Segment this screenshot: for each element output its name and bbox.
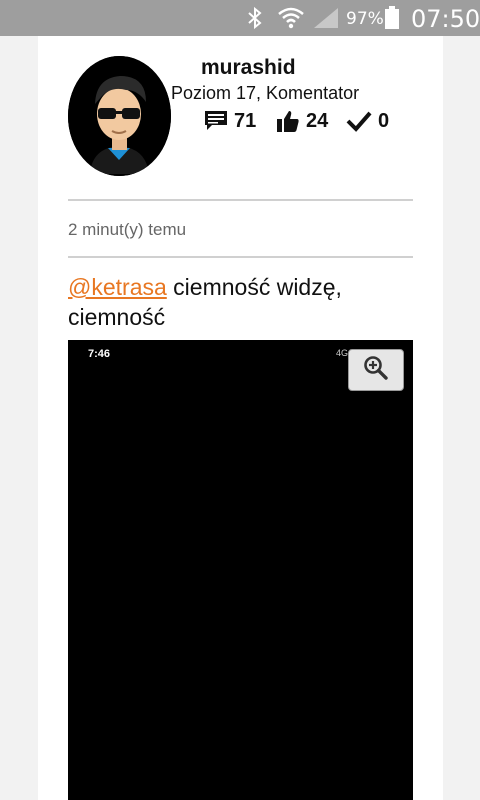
comment-text: @ketrasa ciemność widzę, ciemność: [68, 272, 413, 332]
username[interactable]: murashid: [201, 56, 296, 80]
attached-screenshot[interactable]: 7:46 4G: [68, 340, 413, 800]
battery-icon: [384, 6, 400, 35]
mention-link[interactable]: @ketrasa: [68, 274, 167, 300]
bluetooth-icon: [245, 6, 265, 35]
wifi-icon: [277, 6, 305, 35]
comments-stat: 71: [204, 108, 256, 134]
zoom-in-icon: [363, 355, 389, 386]
zoom-button[interactable]: [348, 349, 404, 391]
divider-top: [68, 199, 413, 201]
comment-icon: [204, 110, 228, 132]
avatar[interactable]: [68, 56, 171, 176]
thumbs-up-icon: [276, 109, 300, 133]
likes-count: 24: [306, 109, 329, 132]
accepted-stat: 0: [346, 108, 389, 134]
comment-card: murashid Poziom 17, Komentator 71 24 0 2…: [38, 36, 443, 800]
signal-icon: [312, 6, 340, 35]
comments-count: 71: [234, 109, 257, 132]
post-timestamp: 2 minut(y) temu: [68, 220, 187, 239]
clock: 07:50: [411, 5, 480, 33]
likes-stat: 24: [276, 108, 328, 134]
divider-bottom: [68, 256, 413, 258]
user-level: Poziom 17, Komentator: [171, 83, 360, 103]
accepted-count: 0: [378, 109, 390, 132]
attachment-clock: 7:46: [88, 348, 111, 360]
battery-percent: 97%: [346, 9, 384, 29]
attachment-status-bar: 4G: [336, 348, 349, 358]
checkmark-icon: [346, 110, 372, 132]
status-bar: 97% 07:50: [0, 0, 480, 36]
